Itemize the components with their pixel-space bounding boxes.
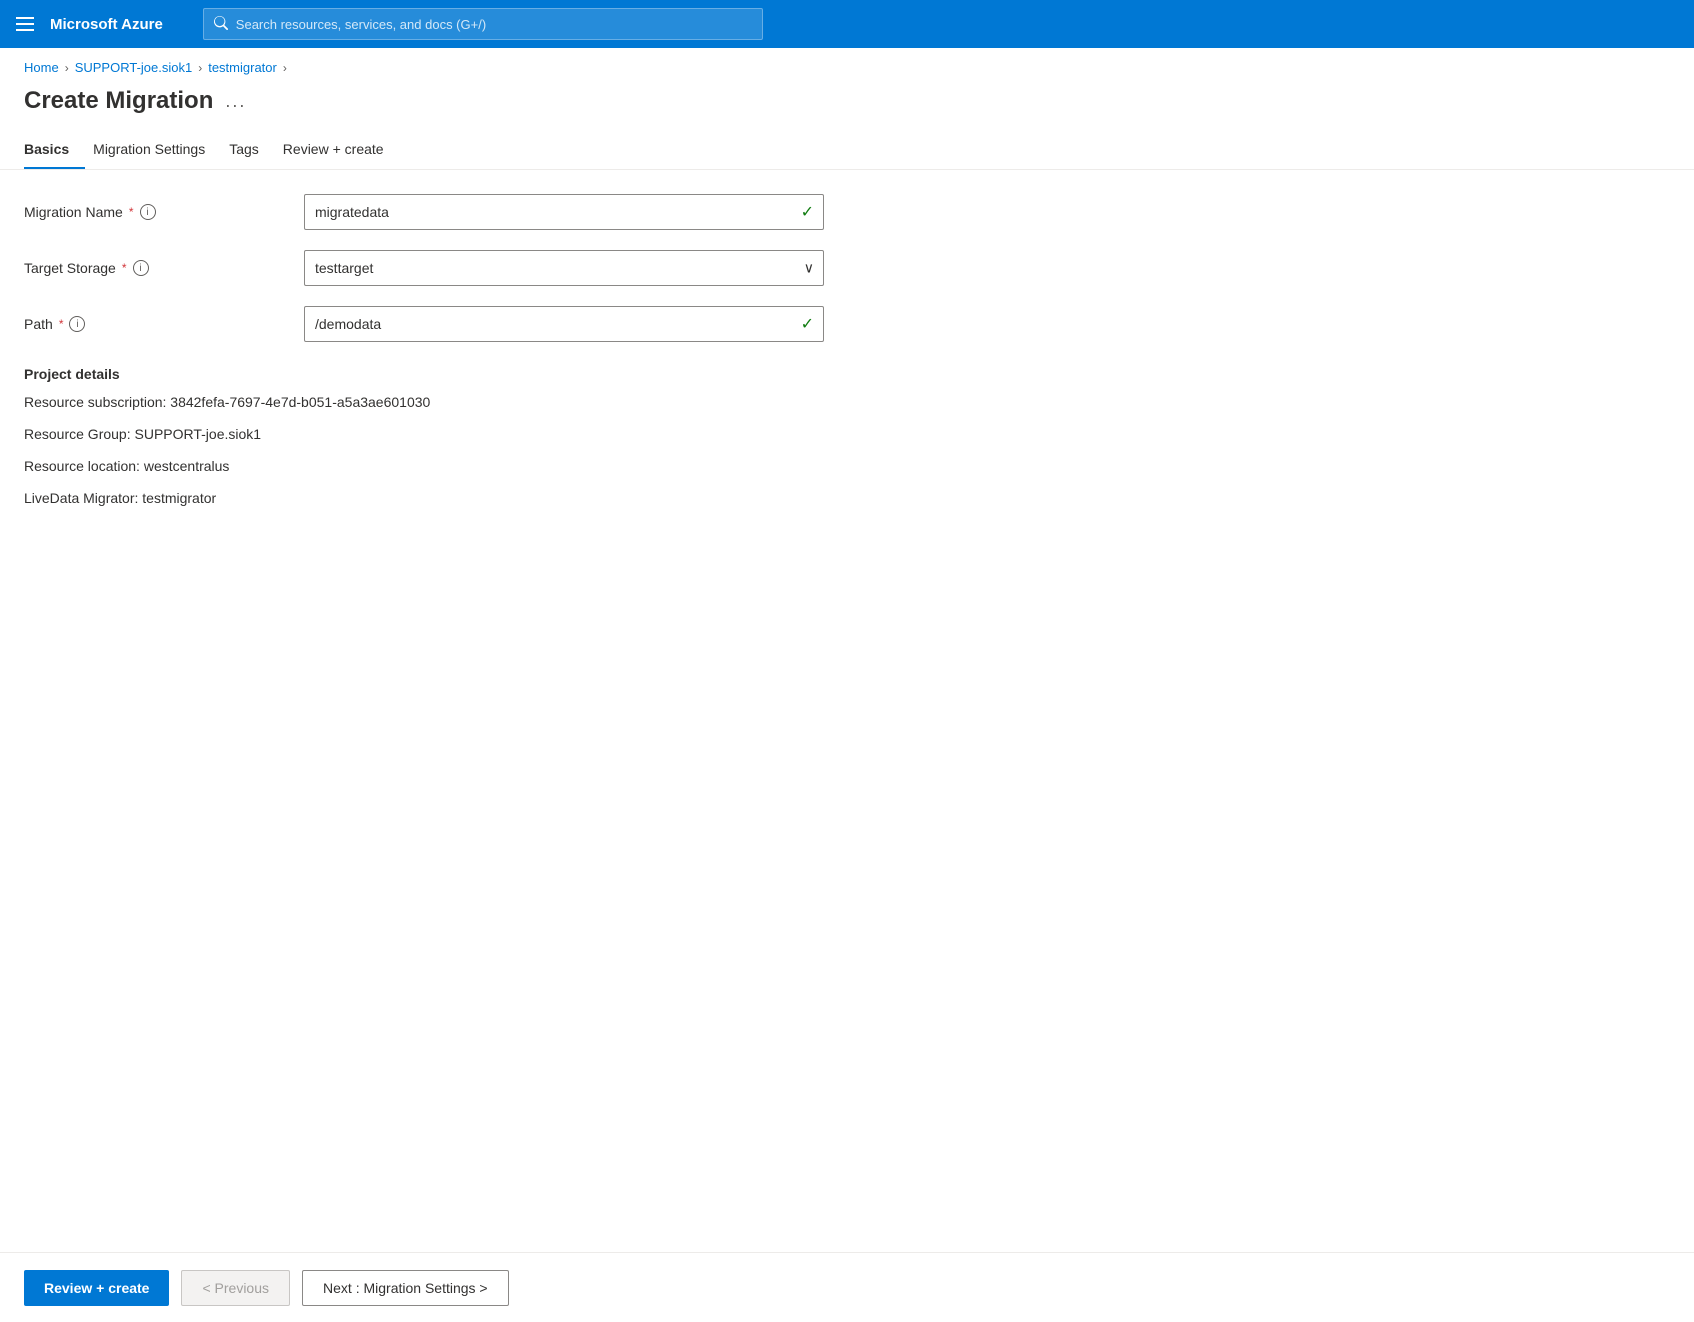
breadcrumb-support[interactable]: SUPPORT-joe.siok1 <box>75 60 193 75</box>
path-info-icon[interactable]: i <box>69 316 85 332</box>
target-storage-required: * <box>122 261 127 275</box>
tab-basics[interactable]: Basics <box>24 131 85 169</box>
search-icon <box>214 16 228 33</box>
path-input[interactable] <box>304 306 824 342</box>
target-storage-select-container: testtarget ∨ <box>304 250 824 286</box>
search-input[interactable] <box>236 17 752 32</box>
path-check-icon: ✓ <box>801 314 814 334</box>
path-required: * <box>59 317 64 331</box>
path-row: Path * i ✓ <box>24 306 1670 342</box>
migration-name-input-wrapper: ✓ <box>304 194 824 230</box>
livedata-migrator-detail: LiveData Migrator: testmigrator <box>24 490 1670 506</box>
breadcrumb-separator-1: › <box>65 61 69 75</box>
migration-name-info-icon[interactable]: i <box>140 204 156 220</box>
breadcrumb: Home › SUPPORT-joe.siok1 › testmigrator … <box>0 48 1694 79</box>
page-title-area: Create Migration ... <box>0 79 1694 131</box>
breadcrumb-separator-2: › <box>198 61 202 75</box>
migration-name-label: Migration Name * i <box>24 204 304 220</box>
app-title: Microsoft Azure <box>50 16 163 33</box>
migration-name-row: Migration Name * i ✓ <box>24 194 1670 230</box>
footer: Review + create < Previous Next : Migrat… <box>0 1252 1694 1322</box>
breadcrumb-testmigrator[interactable]: testmigrator <box>208 60 277 75</box>
tab-migration-settings[interactable]: Migration Settings <box>93 131 221 169</box>
target-storage-select[interactable]: testtarget <box>304 250 824 286</box>
project-details-title: Project details <box>24 366 1670 382</box>
target-storage-label: Target Storage * i <box>24 260 304 276</box>
resource-group-detail: Resource Group: SUPPORT-joe.siok1 <box>24 426 1670 442</box>
resource-location-detail: Resource location: westcentralus <box>24 458 1670 474</box>
next-button[interactable]: Next : Migration Settings > <box>302 1270 509 1306</box>
topbar: Microsoft Azure <box>0 0 1694 48</box>
breadcrumb-home[interactable]: Home <box>24 60 59 75</box>
form-content: Migration Name * i ✓ Target Storage * i … <box>0 194 1694 506</box>
migration-name-check-icon: ✓ <box>801 202 814 222</box>
review-create-button[interactable]: Review + create <box>24 1270 169 1306</box>
path-input-container: ✓ <box>304 306 824 342</box>
tab-tags[interactable]: Tags <box>229 131 275 169</box>
project-details-section: Project details Resource subscription: 3… <box>24 366 1670 506</box>
migration-name-input[interactable] <box>304 194 824 230</box>
search-bar[interactable] <box>203 8 763 40</box>
migration-name-input-container: ✓ <box>304 194 824 230</box>
breadcrumb-separator-3: › <box>283 61 287 75</box>
tab-review-create[interactable]: Review + create <box>283 131 400 169</box>
target-storage-info-icon[interactable]: i <box>133 260 149 276</box>
page-title: Create Migration <box>24 87 213 115</box>
tabs: Basics Migration Settings Tags Review + … <box>0 131 1694 170</box>
previous-button[interactable]: < Previous <box>181 1270 290 1306</box>
path-label: Path * i <box>24 316 304 332</box>
hamburger-menu-button[interactable] <box>16 17 34 31</box>
subscription-detail: Resource subscription: 3842fefa-7697-4e7… <box>24 394 1670 410</box>
page-options-button[interactable]: ... <box>225 91 246 112</box>
migration-name-required: * <box>129 205 134 219</box>
target-storage-row: Target Storage * i testtarget ∨ <box>24 250 1670 286</box>
target-storage-input-wrapper: testtarget ∨ <box>304 250 824 286</box>
path-input-wrapper: ✓ <box>304 306 824 342</box>
